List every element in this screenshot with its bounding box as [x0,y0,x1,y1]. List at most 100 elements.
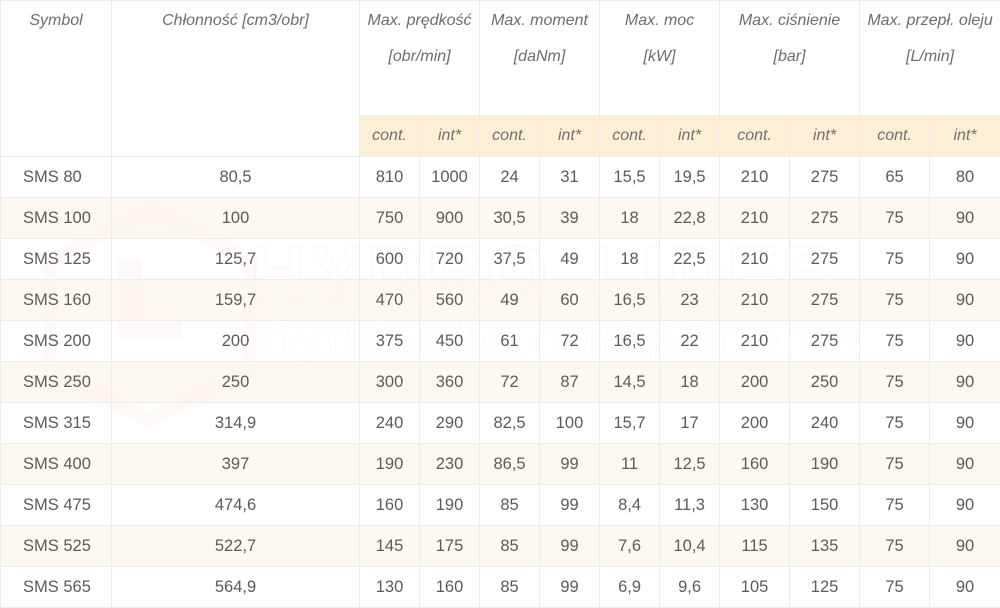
cell-power-int: 22,5 [660,239,720,280]
cell-speed-cont: 240 [360,403,420,444]
cell-displacement: 125,7 [112,239,360,280]
cell-flow-cont: 75 [860,321,930,362]
cell-displacement: 564,9 [112,567,360,608]
cell-speed-int: 1000 [420,157,480,198]
cell-power-cont: 15,7 [600,403,660,444]
cell-pressure-int: 150 [790,485,860,526]
cell-speed-cont: 130 [360,567,420,608]
subheader-cont: cont. [360,116,420,157]
cell-flow-int: 90 [930,567,1000,608]
subheader-int: int* [930,116,1000,157]
cell-torque-cont: 61 [480,321,540,362]
subheader-int: int* [660,116,720,157]
cell-pressure-cont: 210 [720,321,790,362]
cell-flow-int: 90 [930,239,1000,280]
cell-pressure-cont: 160 [720,444,790,485]
cell-flow-int: 90 [930,280,1000,321]
cell-pressure-int: 275 [790,321,860,362]
cell-speed-int: 720 [420,239,480,280]
cell-displacement: 522,7 [112,526,360,567]
cell-speed-int: 190 [420,485,480,526]
cell-power-int: 23 [660,280,720,321]
cell-flow-int: 90 [930,321,1000,362]
cell-flow-cont: 75 [860,567,930,608]
table-row: SMS 565564,913016085996,99,61051257590 [1,567,1000,608]
cell-power-cont: 15,5 [600,157,660,198]
subheader-cont: cont. [860,116,930,157]
cell-torque-int: 87 [540,362,600,403]
cell-pressure-int: 275 [790,239,860,280]
cell-symbol: SMS 315 [1,403,112,444]
cell-speed-int: 450 [420,321,480,362]
table-row: SMS 250250300360728714,5182002507590 [1,362,1000,403]
cell-flow-cont: 65 [860,157,930,198]
cell-speed-int: 175 [420,526,480,567]
cell-torque-int: 99 [540,567,600,608]
cell-power-cont: 16,5 [600,280,660,321]
cell-torque-int: 31 [540,157,600,198]
table-row: SMS 40039719023086,5991112,51601907590 [1,444,1000,485]
header-symbol: Symbol [1,1,112,157]
cell-flow-int: 90 [930,485,1000,526]
cell-flow-int: 90 [930,526,1000,567]
cell-flow-int: 90 [930,403,1000,444]
table-row: SMS 200200375450617216,5222102757590 [1,321,1000,362]
cell-pressure-int: 125 [790,567,860,608]
header-max-power: Max. moc [kW] [600,1,720,116]
cell-torque-cont: 86,5 [480,444,540,485]
cell-torque-int: 99 [540,526,600,567]
cell-symbol: SMS 160 [1,280,112,321]
header-displacement: Chłonność [cm3/obr] [112,1,360,157]
cell-symbol: SMS 200 [1,321,112,362]
cell-power-cont: 6,9 [600,567,660,608]
cell-flow-int: 80 [930,157,1000,198]
cell-power-cont: 18 [600,239,660,280]
cell-pressure-cont: 115 [720,526,790,567]
cell-symbol: SMS 125 [1,239,112,280]
cell-symbol: SMS 80 [1,157,112,198]
cell-displacement: 200 [112,321,360,362]
cell-pressure-int: 275 [790,157,860,198]
cell-speed-cont: 750 [360,198,420,239]
subheader-int: int* [420,116,480,157]
cell-flow-cont: 75 [860,362,930,403]
cell-torque-int: 49 [540,239,600,280]
cell-power-int: 10,4 [660,526,720,567]
cell-pressure-int: 250 [790,362,860,403]
cell-speed-cont: 190 [360,444,420,485]
cell-torque-int: 99 [540,485,600,526]
cell-torque-cont: 37,5 [480,239,540,280]
cell-speed-int: 360 [420,362,480,403]
cell-displacement: 474,6 [112,485,360,526]
cell-torque-int: 100 [540,403,600,444]
cell-speed-int: 900 [420,198,480,239]
table-row: SMS 315314,924029082,510015,717200240759… [1,403,1000,444]
cell-pressure-cont: 210 [720,280,790,321]
specs-table: Symbol Chłonność [cm3/obr] Max. prędkość… [0,0,1000,608]
cell-power-int: 11,3 [660,485,720,526]
cell-torque-int: 72 [540,321,600,362]
subheader-int: int* [540,116,600,157]
table-row: SMS 475474,616019085998,411,31301507590 [1,485,1000,526]
cell-pressure-cont: 130 [720,485,790,526]
cell-speed-cont: 375 [360,321,420,362]
cell-pressure-cont: 210 [720,157,790,198]
cell-speed-int: 230 [420,444,480,485]
header-max-torque: Max. moment [daNm] [480,1,600,116]
cell-speed-cont: 160 [360,485,420,526]
cell-flow-cont: 75 [860,239,930,280]
cell-displacement: 250 [112,362,360,403]
cell-pressure-int: 275 [790,280,860,321]
cell-power-int: 19,5 [660,157,720,198]
cell-flow-cont: 75 [860,526,930,567]
cell-flow-cont: 75 [860,485,930,526]
cell-displacement: 397 [112,444,360,485]
cell-power-int: 17 [660,403,720,444]
subheader-cont: cont. [480,116,540,157]
cell-power-int: 18 [660,362,720,403]
cell-displacement: 314,9 [112,403,360,444]
cell-power-cont: 11 [600,444,660,485]
cell-speed-cont: 145 [360,526,420,567]
cell-torque-cont: 72 [480,362,540,403]
cell-speed-cont: 600 [360,239,420,280]
